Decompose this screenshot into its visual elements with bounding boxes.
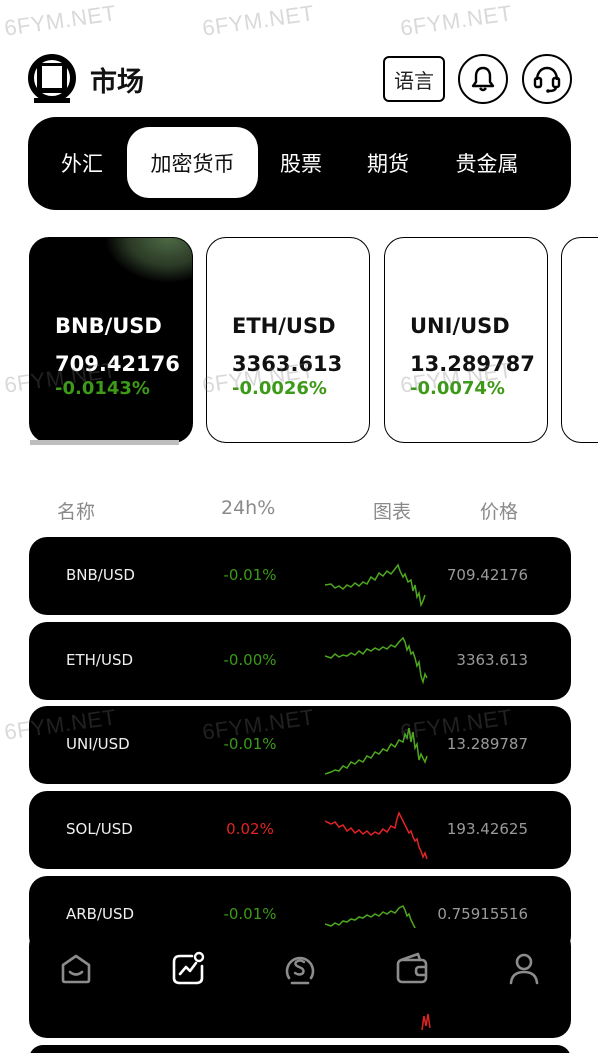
row-symbol: ARB/USD: [66, 905, 135, 923]
wallet-icon[interactable]: [392, 948, 432, 988]
ticker-cards: BNB/USD 709.42176 -0.0143% ETH/USD 3363.…: [0, 237, 598, 447]
card-price: 709.42176: [55, 352, 180, 376]
row-change: -0.01%: [223, 566, 277, 584]
headset-icon: [533, 66, 561, 93]
row-price: 0.75915516: [437, 905, 528, 923]
row-symbol: BNB/USD: [66, 566, 135, 584]
bell-icon: [471, 66, 495, 92]
row-change: -0.00%: [223, 651, 277, 669]
ticker-card-uni[interactable]: UNI/USD 13.289787 -0.0074%: [384, 237, 548, 443]
table-row-sol[interactable]: SOL/USD 0.02% 193.42625: [29, 791, 571, 869]
top-header: 市场 语言: [28, 52, 573, 106]
column-header-change: 24h%: [221, 497, 276, 519]
card-change: -0.0026%: [232, 378, 327, 399]
row-change: -0.01%: [223, 735, 277, 753]
column-header-price: 价格: [480, 501, 519, 523]
carousel-scroll-indicator: [30, 440, 179, 445]
table-row-uni[interactable]: UNI/USD -0.01% 13.289787: [29, 706, 571, 784]
row-sparkline: [325, 636, 428, 685]
row-sparkline: [325, 727, 428, 775]
row-price: 13.289787: [446, 735, 528, 753]
notification-button[interactable]: [458, 54, 508, 104]
row-price: 709.42176: [446, 566, 528, 584]
home-icon[interactable]: [56, 948, 96, 988]
row-change: 0.02%: [226, 820, 274, 838]
column-header-name: 名称: [57, 501, 96, 523]
ticker-card-next[interactable]: [561, 237, 598, 443]
sparkline-line: [325, 636, 428, 685]
card-symbol: UNI/USD: [410, 314, 510, 338]
row-price: 3363.613: [456, 651, 528, 669]
card-change: -0.0143%: [55, 378, 150, 399]
row-symbol: UNI/USD: [66, 735, 130, 753]
sparkline-line: [325, 563, 426, 607]
row-change: -0.01%: [223, 905, 277, 923]
table-row-bnb[interactable]: BNB/USD -0.01% 709.42176: [29, 537, 571, 615]
support-button[interactable]: [522, 54, 572, 104]
row-symbol: ETH/USD: [66, 651, 134, 669]
column-header-chart: 图表: [373, 501, 412, 523]
sparkline-line: [325, 727, 428, 775]
watermark: 6FYM.NET: [2, 0, 118, 41]
profile-icon[interactable]: [504, 948, 544, 988]
trade-coin-icon[interactable]: [280, 948, 320, 988]
next-row-edge: [29, 1045, 571, 1053]
ticker-card-bnb[interactable]: BNB/USD 709.42176 -0.0143%: [29, 237, 193, 443]
sparkline-overflow-fragment: [421, 1013, 431, 1031]
tab-forex[interactable]: 外汇: [52, 127, 112, 198]
language-button[interactable]: 语言: [383, 56, 445, 102]
bottom-navigation: [29, 928, 571, 1038]
ticker-card-eth[interactable]: ETH/USD 3363.613 -0.0026%: [206, 237, 370, 443]
tab-crypto[interactable]: 加密货币: [127, 127, 258, 198]
tab-futures[interactable]: 期货: [358, 127, 418, 198]
watermark: 6FYM.NET: [398, 0, 514, 41]
card-price: 3363.613: [232, 352, 343, 376]
card-symbol: ETH/USD: [232, 314, 336, 338]
table-row-eth[interactable]: ETH/USD -0.00% 3363.613: [29, 622, 571, 700]
card-symbol: BNB/USD: [55, 314, 162, 338]
app-logo-icon: [28, 54, 76, 104]
page-title: 市场: [90, 67, 144, 98]
market-chart-icon[interactable]: [168, 948, 208, 988]
tab-stocks[interactable]: 股票: [272, 127, 330, 198]
market-page: 市场 语言 外汇 加密货币 股票 期货 贵金属 BNB/USD 709.4217…: [0, 0, 598, 1053]
card-glow-decoration: [106, 238, 192, 282]
row-sparkline: [325, 811, 428, 860]
sparkline-line: [325, 811, 428, 860]
watermark: 6FYM.NET: [200, 0, 316, 41]
row-price: 193.42625: [446, 820, 528, 838]
card-price: 13.289787: [410, 352, 535, 376]
row-sparkline: [325, 563, 426, 607]
card-change: -0.0074%: [410, 378, 505, 399]
row-symbol: SOL/USD: [66, 820, 133, 838]
category-tabs: 外汇 加密货币 股票 期货 贵金属: [28, 117, 571, 210]
tab-precious-metals[interactable]: 贵金属: [448, 127, 526, 198]
